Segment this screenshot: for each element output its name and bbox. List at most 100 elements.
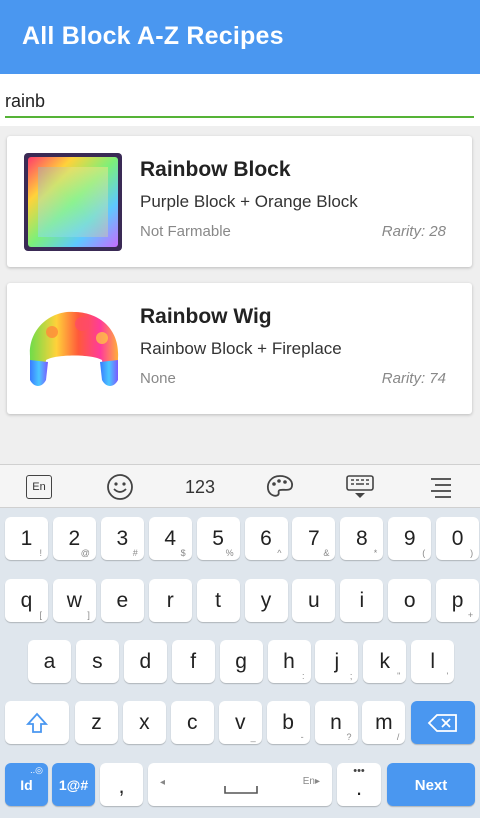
key-z[interactable]: z [75, 701, 118, 744]
backspace-icon [427, 714, 457, 732]
result-card-rainbow-block[interactable]: Rainbow Block Purple Block + Orange Bloc… [7, 136, 472, 267]
key-secondary-label: " [397, 671, 401, 681]
comma-label: , [118, 773, 125, 798]
key-8[interactable]: 8 * [340, 517, 384, 560]
key-label: r [166, 589, 174, 612]
palette-icon[interactable] [262, 465, 298, 509]
result-card-rainbow-wig[interactable]: Rainbow Wig Rainbow Block + Fireplace No… [7, 283, 472, 414]
key-secondary-label: % [225, 548, 234, 558]
key-secondary-label: - [300, 732, 304, 742]
key-d[interactable]: d [123, 640, 167, 683]
key-7[interactable]: 7 & [292, 517, 336, 560]
emoji-icon[interactable] [102, 465, 138, 509]
key-c[interactable]: c [170, 701, 214, 744]
app-title: All Block A-Z Recipes [22, 22, 284, 50]
key-3[interactable]: 3 # [100, 517, 144, 560]
input-language-key[interactable]: Id ..◎ [5, 763, 48, 806]
space-key[interactable]: ◂ En▸ [148, 763, 332, 806]
key-l[interactable]: l ' [411, 640, 455, 683]
key-label: f [190, 650, 197, 673]
key-y[interactable]: y [244, 579, 288, 622]
space-icon [224, 786, 258, 794]
shift-icon [25, 712, 49, 733]
key-secondary-label: / [396, 732, 400, 742]
period-key[interactable]: ••• . [337, 763, 381, 806]
next-key[interactable]: Next [387, 763, 475, 806]
key-1[interactable]: 1! [5, 517, 48, 560]
key-secondary-label: ^ [277, 548, 282, 558]
symbols-label: 1@# [58, 777, 89, 793]
key-5[interactable]: 5% [196, 517, 240, 560]
key-i[interactable]: i [340, 579, 384, 622]
numbers-toggle[interactable]: 123 [178, 465, 222, 509]
key-secondary-label: ) [470, 548, 474, 558]
key-b[interactable]: b- [266, 701, 310, 744]
key-g[interactable]: g [219, 640, 263, 683]
settings-icon: ..◎ [30, 765, 43, 775]
language-toggle[interactable]: En [22, 465, 56, 509]
result-rarity: Rarity: 28 [381, 223, 446, 240]
shift-key[interactable] [5, 701, 69, 744]
rainbow-block-icon [22, 151, 124, 253]
rainbow-wig-icon [22, 298, 124, 400]
soft-keyboard: En 123 Id ..◎ 1@# , ◂ En▸ ••• . Next 1 !… [0, 464, 480, 818]
key-secondary-label: $ [180, 548, 186, 558]
result-rarity: Rarity: 74 [381, 370, 446, 387]
key-w[interactable]: w] [52, 579, 96, 622]
key-label: c [187, 711, 198, 734]
result-name: Rainbow Wig [140, 305, 272, 328]
key-f[interactable]: f [171, 640, 215, 683]
key-label: s [92, 650, 103, 673]
key-label: i [359, 589, 365, 612]
key-j[interactable]: j; [315, 640, 359, 683]
result-farmable: None [140, 370, 176, 387]
key-9[interactable]: 9( [388, 517, 432, 560]
key-h[interactable]: h: [267, 640, 311, 683]
key-x[interactable]: x [122, 701, 166, 744]
key-secondary-label: ( [422, 548, 426, 558]
key-q[interactable]: q[ [5, 579, 48, 622]
comma-key[interactable]: , [100, 763, 143, 806]
result-farmable: Not Farmable [140, 223, 231, 240]
key-secondary-label: + [467, 610, 474, 620]
key-secondary-label: # [132, 548, 138, 558]
symbols-key[interactable]: 1@# [52, 763, 95, 806]
backspace-key[interactable] [411, 701, 475, 744]
app-bar: All Block A-Z Recipes [0, 0, 480, 74]
key-label: t [215, 589, 222, 612]
key-t[interactable]: t [196, 579, 240, 622]
keyboard-hide-icon[interactable] [342, 465, 378, 509]
key-secondary-label: ] [87, 610, 90, 620]
key-secondary-label: : [301, 671, 305, 681]
search-input[interactable] [5, 88, 470, 114]
next-label: Next [414, 777, 448, 794]
key-u[interactable]: u [292, 579, 336, 622]
key-label: o [403, 589, 416, 612]
key-r[interactable]: r [148, 579, 192, 622]
key-secondary-label: _ [250, 732, 256, 742]
search-underline [5, 116, 474, 118]
key-e[interactable]: e [100, 579, 144, 622]
result-recipe: Purple Block + Orange Block [140, 192, 358, 211]
key-m[interactable]: m / [362, 701, 406, 744]
key-secondary-label: ! [39, 548, 42, 558]
search-bar [0, 74, 480, 126]
key-v[interactable]: v _ [218, 701, 262, 744]
menu-icon[interactable] [424, 465, 458, 509]
key-label: g [235, 650, 247, 673]
key-o[interactable]: o [388, 579, 432, 622]
key-secondary-label: ? [346, 732, 352, 742]
key-p[interactable]: p + [436, 579, 480, 622]
language-label: En [26, 475, 52, 499]
period-label: . [355, 775, 363, 800]
key-s[interactable]: s [75, 640, 119, 683]
key-0[interactable]: 0) [436, 517, 480, 560]
key-2[interactable]: 2 @ [52, 517, 96, 560]
key-secondary-label: @ [80, 548, 90, 558]
key-4[interactable]: 4 $ [148, 517, 192, 560]
key-k[interactable]: k " [363, 640, 407, 683]
key-6[interactable]: 6 ^ [244, 517, 288, 560]
key-n[interactable]: n? [314, 701, 358, 744]
key-a[interactable]: a [28, 640, 71, 683]
key-secondary-label: * [373, 548, 378, 558]
